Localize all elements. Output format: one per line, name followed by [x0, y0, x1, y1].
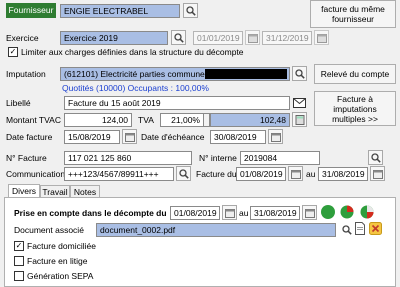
pie-chart-button[interactable] [340, 205, 354, 219]
date-facture-calendar[interactable] [122, 129, 137, 144]
numero-interne-field[interactable]: 2019084 [240, 151, 320, 165]
limit-charges-label: Limiter aux charges définies dans la str… [21, 47, 244, 57]
exercice-field[interactable]: Exercice 2019 [60, 31, 168, 45]
tab-divers[interactable]: Divers [8, 184, 40, 198]
prise-from-calendar[interactable] [222, 205, 237, 220]
facture-au-to-field[interactable]: 31/08/2019 [318, 167, 368, 181]
libelle-label: Libellé [6, 98, 31, 108]
imputation-label: Imputation [6, 69, 46, 79]
imputation-field[interactable]: (612101) Electricité parties communes [60, 67, 290, 81]
exercice-label: Exercice [6, 33, 39, 43]
numero-facture-label: N° Facture [6, 153, 47, 163]
tva-amount-field: 102,48 [210, 113, 290, 127]
libelle-mail-button[interactable] [292, 95, 307, 110]
releve-du-compte-button[interactable]: Relevé du compte [314, 64, 396, 84]
calendar-icon [316, 33, 327, 43]
numero-interne-label: N° interne [199, 153, 237, 163]
calendar-icon [224, 208, 235, 218]
pie-chart-icon [360, 205, 374, 219]
date-facture-field[interactable]: 15/08/2019 [64, 130, 120, 144]
facture-domiciliee-checkbox[interactable]: ✓ [14, 241, 24, 251]
exercice-date-from: 01/01/2019 [193, 31, 243, 45]
tva-label: TVA [138, 115, 154, 125]
numero-interne-search-button[interactable] [368, 150, 383, 165]
montant-tvac-label: Montant TVAC [6, 115, 61, 125]
document-icon [355, 222, 365, 235]
facture-au-to-calendar[interactable] [370, 166, 385, 181]
prise-au-label: au [239, 208, 249, 218]
fournisseur-field[interactable]: ENGIE ELECTRABEL [60, 4, 180, 18]
montant-tvac-field[interactable]: 124,00 [64, 113, 132, 127]
green-circle-button[interactable] [321, 205, 335, 219]
date-echeance-field[interactable]: 30/08/2019 [210, 130, 266, 144]
calendar-icon [304, 208, 315, 218]
envelope-icon [293, 97, 306, 108]
calendar-icon [247, 33, 258, 43]
tva-rate-field[interactable]: 21,00% [160, 113, 204, 127]
calendar-icon [124, 132, 135, 142]
exercice-search-button[interactable] [171, 30, 186, 45]
delete-icon [369, 222, 382, 235]
communication-search-button[interactable] [176, 166, 191, 181]
calendar-icon [270, 132, 281, 142]
document-search-button[interactable] [339, 222, 354, 237]
libelle-field[interactable]: Facture du 15 août 2019 [64, 96, 290, 110]
same-supplier-invoice-button[interactable]: facture du même fournisseur [310, 0, 396, 28]
prise-en-compte-label: Prise en compte dans le décompte du [14, 208, 167, 218]
numero-facture-field[interactable]: 117 021 125 860 [64, 151, 192, 165]
generation-sepa-label: Génération SEPA [27, 271, 94, 281]
facture-litige-checkbox[interactable] [14, 256, 24, 266]
prise-to-calendar[interactable] [302, 205, 317, 220]
date-echeance-calendar[interactable] [268, 129, 283, 144]
document-file-button[interactable] [355, 222, 365, 235]
imputation-value: (612101) Electricité parties communes [64, 69, 210, 79]
document-associe-label: Document associé [14, 225, 84, 235]
calculator-icon [295, 114, 305, 125]
search-icon [178, 168, 189, 179]
calendar-icon [372, 169, 383, 179]
search-icon [173, 32, 184, 43]
redaction-bar [205, 69, 287, 79]
quotites-text: Quotités (10000) Occupants : 100,00% [62, 83, 209, 93]
generation-sepa-checkbox[interactable] [14, 271, 24, 281]
pie-chart-icon [340, 205, 354, 219]
tva-calc-button[interactable] [292, 112, 307, 127]
search-icon [185, 5, 196, 16]
fournisseur-search-button[interactable] [183, 3, 198, 18]
fournisseur-label: Fournisseur [6, 3, 56, 18]
search-icon [370, 152, 381, 163]
prise-to-field[interactable]: 31/08/2019 [250, 206, 300, 220]
date-echeance-label: Date d'échéance [141, 132, 205, 142]
prise-from-field[interactable]: 01/08/2019 [170, 206, 220, 220]
imputation-search-button[interactable] [292, 66, 307, 81]
facture-du-from-calendar[interactable] [288, 166, 303, 181]
search-icon [341, 224, 352, 235]
document-delete-button[interactable] [369, 222, 382, 235]
exercice-date-to-calendar [314, 30, 329, 45]
document-field[interactable]: document_0002.pdf [96, 223, 336, 237]
search-icon [294, 68, 305, 79]
calendar-icon [290, 169, 301, 179]
date-facture-label: Date facture [6, 132, 53, 142]
limit-charges-checkbox[interactable]: ✓ [8, 47, 18, 57]
communication-label: Communication [6, 169, 66, 179]
pie-chart-alt-button[interactable] [360, 205, 374, 219]
facture-domiciliee-label: Facture domiciliée [27, 241, 96, 251]
exercice-date-from-calendar [245, 30, 260, 45]
multiple-imputations-button[interactable]: Facture à imputations multiples >> [314, 91, 396, 126]
communication-field[interactable]: +++123/4567/89911+++ [64, 167, 174, 181]
facture-du-from-field[interactable]: 01/08/2019 [236, 167, 286, 181]
facture-au-label: au [306, 169, 316, 179]
facture-du-label: Facture du [196, 169, 237, 179]
facture-litige-label: Facture en litige [27, 256, 88, 266]
exercice-date-to: 31/12/2019 [262, 31, 312, 45]
